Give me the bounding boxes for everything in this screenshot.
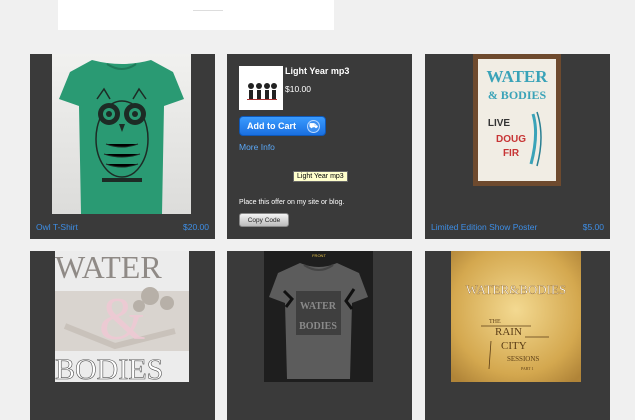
poster-word-doug: DOUG xyxy=(496,134,526,145)
more-info-link[interactable]: More Info xyxy=(239,142,275,152)
poster-word-fir: FIR xyxy=(503,148,520,159)
copy-code-button[interactable]: Copy Code xyxy=(239,213,289,227)
product-tile-album-cover[interactable]: WATER & BODIES xyxy=(30,251,215,420)
cover3-the: THE xyxy=(489,319,501,325)
shirt-print-bodies: BODIES xyxy=(299,321,337,332)
cover3-city: CITY xyxy=(501,340,527,352)
cover3-part: PART 1 xyxy=(521,366,534,371)
product-tile-show-poster[interactable]: WATER & BODIES LIVE DOUG FIR Limited Edi… xyxy=(425,54,610,239)
product-name[interactable]: Owl T-Shirt xyxy=(36,222,78,232)
product-tile-dark-shirt[interactable]: FRONT WATER BODIES xyxy=(227,251,412,420)
poster-word-water: WATER xyxy=(486,67,548,86)
cover3-title: WATER&BODIES xyxy=(466,282,566,297)
product-price: $20.00 xyxy=(183,222,209,232)
cover-ampersand: & xyxy=(99,286,146,352)
show-poster[interactable]: WATER & BODIES LIVE DOUG FIR xyxy=(473,54,561,186)
rain-city-cover-art[interactable]: WATER&BODIES THE RAIN CITY SESSIONS PART… xyxy=(451,251,581,382)
add-to-cart-button[interactable]: Add to Cart ⛟ xyxy=(239,116,326,136)
product-widget-light-year: Light Year mp3 $10.00 Add to Cart ⛟ More… xyxy=(227,54,412,239)
cart-icon: ⛟ xyxy=(307,120,320,133)
cover-word-bodies: BODIES xyxy=(55,353,163,382)
poster-word-live: LIVE xyxy=(488,118,511,129)
poster-word-bodies: & BODIES xyxy=(488,88,547,102)
cover-word-water: WATER xyxy=(55,251,162,285)
shirt-print-water: WATER xyxy=(300,301,337,312)
widget-title: Light Year mp3 xyxy=(285,66,350,76)
tooltip: Light Year mp3 xyxy=(293,171,348,182)
dark-shirt-photo[interactable]: FRONT WATER BODIES xyxy=(264,251,373,382)
product-tile-owl-tshirt[interactable]: Owl T-Shirt $20.00 xyxy=(30,54,215,239)
owl-shirt-photo[interactable] xyxy=(52,54,191,214)
album-cover-art[interactable]: WATER & BODIES xyxy=(55,251,189,386)
place-offer-text: Place this offer on my site or blog. xyxy=(239,199,345,206)
product-price: $5.00 xyxy=(582,222,604,232)
product-tile-rain-city-sessions[interactable]: WATER&BODIES THE RAIN CITY SESSIONS PART… xyxy=(425,251,610,420)
product-name[interactable]: Limited Edition Show Poster xyxy=(431,222,537,232)
cover3-rain: RAIN xyxy=(495,326,522,338)
add-to-cart-label: Add to Cart xyxy=(247,121,296,131)
album-thumbnail[interactable] xyxy=(239,66,283,110)
cover3-sessions: SESSIONS xyxy=(507,355,539,363)
widget-price: $10.00 xyxy=(285,84,311,94)
shirt-front-label: FRONT xyxy=(312,253,326,258)
top-banner-image xyxy=(58,0,334,30)
